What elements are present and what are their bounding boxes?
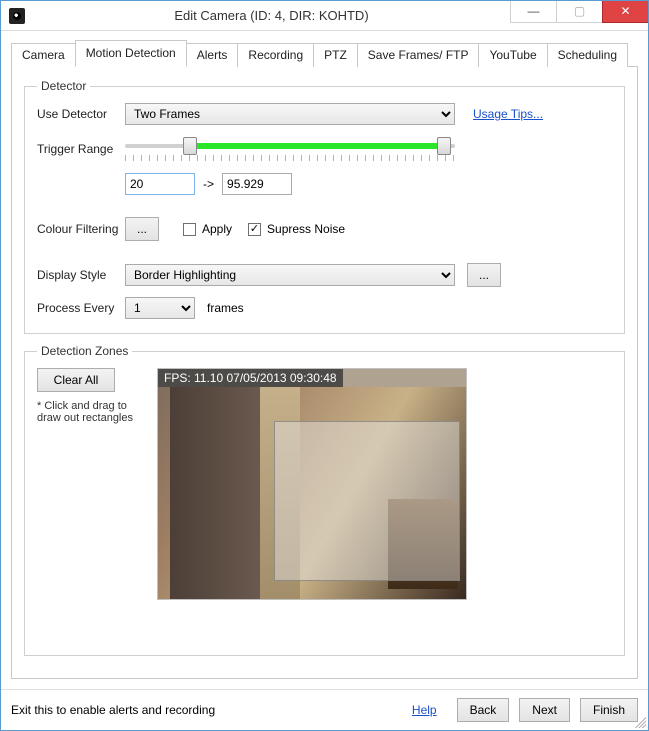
display-style-select[interactable]: Border Highlighting: [125, 264, 455, 286]
finish-button[interactable]: Finish: [580, 698, 638, 722]
detector-group: Detector Use Detector Two Frames Usage T…: [24, 79, 625, 334]
usage-tips-link[interactable]: Usage Tips...: [473, 107, 543, 121]
resize-grip-icon[interactable]: [632, 714, 646, 728]
tab-youtube[interactable]: YouTube: [478, 43, 547, 67]
window-title: Edit Camera (ID: 4, DIR: KOHTD): [33, 8, 510, 23]
trigger-range-slider[interactable]: [125, 135, 455, 163]
trigger-arrow: ->: [203, 177, 214, 191]
tab-save-frames-ftp[interactable]: Save Frames/ FTP: [357, 43, 480, 67]
display-style-more-button[interactable]: ...: [467, 263, 501, 287]
tab-recording[interactable]: Recording: [237, 43, 314, 67]
supress-noise-checkbox-label: Supress Noise: [267, 222, 345, 236]
back-button[interactable]: Back: [457, 698, 510, 722]
help-link[interactable]: Help: [412, 703, 437, 717]
app-icon: [9, 8, 25, 24]
colour-filtering-label: Colour Filtering: [37, 222, 125, 236]
tab-motion-detection[interactable]: Motion Detection: [75, 40, 187, 67]
tab-ptz[interactable]: PTZ: [313, 43, 358, 67]
process-every-label: Process Every: [37, 301, 125, 315]
apply-checkbox[interactable]: Apply: [183, 222, 232, 236]
detector-legend: Detector: [37, 79, 90, 93]
use-detector-label: Use Detector: [37, 107, 125, 121]
colour-filtering-button[interactable]: ...: [125, 217, 159, 241]
clear-all-button[interactable]: Clear All: [37, 368, 115, 392]
apply-checkbox-label: Apply: [202, 222, 232, 236]
detection-zones-legend: Detection Zones: [37, 344, 132, 358]
trigger-min-input[interactable]: [125, 173, 195, 195]
footer-hint: Exit this to enable alerts and recording: [11, 703, 215, 717]
minimize-button[interactable]: —: [510, 1, 556, 23]
display-style-label: Display Style: [37, 268, 125, 282]
process-every-unit: frames: [207, 301, 244, 315]
camera-preview[interactable]: FPS: 11.10 07/05/2013 09:30:48: [157, 368, 467, 600]
use-detector-select[interactable]: Two Frames: [125, 103, 455, 125]
detection-zone-rect[interactable]: [274, 421, 460, 581]
next-button[interactable]: Next: [519, 698, 570, 722]
close-button[interactable]: ✕: [602, 1, 648, 23]
zones-hint: * Click and drag to draw out rectangles: [37, 400, 147, 424]
tab-alerts[interactable]: Alerts: [186, 43, 239, 67]
supress-noise-checkbox-box[interactable]: ✓: [248, 223, 261, 236]
trigger-range-label: Trigger Range: [37, 142, 125, 156]
supress-noise-checkbox[interactable]: ✓ Supress Noise: [248, 222, 345, 236]
trigger-max-input[interactable]: [222, 173, 292, 195]
process-every-select[interactable]: 1: [125, 297, 195, 319]
maximize-button[interactable]: ▢: [556, 1, 602, 23]
tab-strip: Camera Motion Detection Alerts Recording…: [11, 39, 638, 67]
detection-zones-group: Detection Zones Clear All * Click and dr…: [24, 344, 625, 656]
apply-checkbox-box[interactable]: [183, 223, 196, 236]
slider-thumb-max[interactable]: [437, 137, 451, 155]
tab-scheduling[interactable]: Scheduling: [547, 43, 628, 67]
tab-camera[interactable]: Camera: [11, 43, 76, 67]
slider-thumb-min[interactable]: [183, 137, 197, 155]
fps-overlay: FPS: 11.10 07/05/2013 09:30:48: [158, 369, 343, 387]
